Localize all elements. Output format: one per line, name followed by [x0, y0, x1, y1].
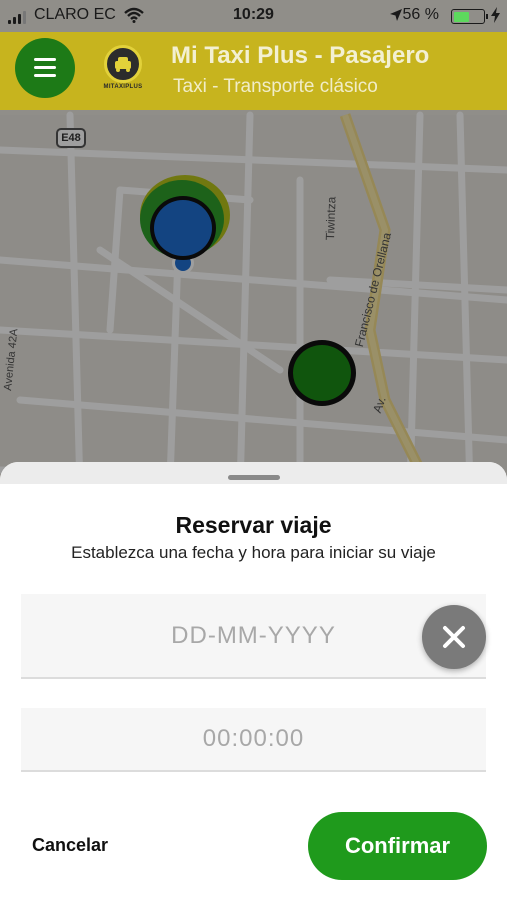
app-logo: MITAXIPLUS: [96, 41, 150, 95]
status-bar: CLARO EC 10:29 56 %: [0, 0, 507, 32]
clear-date-button[interactable]: [422, 605, 486, 669]
taxi-badge-icon: [104, 45, 142, 83]
cancel-button[interactable]: Cancelar: [32, 835, 108, 856]
battery-icon: [451, 9, 488, 24]
location-arrow-icon: [390, 9, 402, 21]
close-icon: [443, 626, 465, 648]
battery-level-fill: [453, 11, 470, 22]
date-placeholder: DD-MM-YYYY: [171, 622, 336, 649]
time-field[interactable]: 00:00:00: [21, 708, 486, 772]
confirm-button[interactable]: Confirmar: [308, 812, 487, 880]
logo-text: MITAXIPLUS: [103, 84, 143, 90]
menu-button[interactable]: [15, 38, 75, 98]
battery-percentage: 56 %: [402, 6, 439, 23]
drag-handle[interactable]: [228, 475, 280, 480]
app-subtitle: Taxi - Transporte clásico: [173, 76, 378, 97]
app-title: Mi Taxi Plus - Pasajero: [171, 42, 430, 69]
time-value: 00:00:00: [202, 725, 305, 752]
hamburger-menu-icon: [34, 58, 56, 61]
reservation-sheet: Reservar viaje Establezca una fecha y ho…: [0, 462, 507, 900]
date-field[interactable]: DD-MM-YYYY: [21, 594, 486, 679]
charging-bolt-icon: [491, 7, 500, 23]
sheet-title: Reservar viaje: [175, 512, 332, 538]
app-header: MITAXIPLUS Mi Taxi Plus - Pasajero Taxi …: [0, 32, 507, 110]
sheet-header-strip: [0, 462, 507, 484]
sheet-subtitle: Establezca una fecha y hora para iniciar…: [71, 543, 436, 562]
